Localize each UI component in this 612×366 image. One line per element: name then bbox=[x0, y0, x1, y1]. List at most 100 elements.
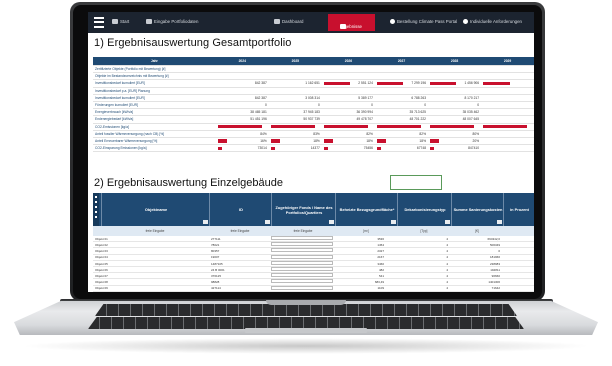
value-cell[interactable]: 0 bbox=[321, 101, 375, 110]
fonds-input[interactable] bbox=[271, 236, 333, 240]
col-summe[interactable]: Summe Sanierungskosten bbox=[451, 193, 504, 226]
value-cell[interactable] bbox=[481, 137, 534, 146]
value-cell[interactable] bbox=[374, 65, 429, 74]
value-cell[interactable]: 48 701 222 bbox=[374, 115, 429, 124]
filter-icon[interactable] bbox=[497, 220, 502, 224]
value-cell[interactable]: 84% bbox=[215, 130, 269, 138]
value-cell[interactable] bbox=[215, 72, 269, 81]
value-cell[interactable]: 67748 bbox=[374, 144, 429, 153]
value-cell[interactable] bbox=[481, 144, 534, 153]
nav-dashboard[interactable]: Dashboard bbox=[274, 19, 303, 25]
filter-icon[interactable] bbox=[329, 220, 334, 224]
col-id[interactable]: ID bbox=[209, 193, 272, 226]
value-cell[interactable] bbox=[428, 87, 482, 95]
col-flaeche[interactable]: Beheizte Bezugsgrundfläche* bbox=[335, 193, 398, 226]
col-objektname[interactable]: Objektname bbox=[101, 193, 210, 226]
value-cell[interactable] bbox=[428, 123, 482, 131]
value-cell[interactable]: 0 bbox=[268, 101, 322, 110]
value-cell[interactable] bbox=[374, 72, 429, 81]
filter-icon[interactable] bbox=[265, 220, 270, 224]
active-cell-input[interactable] bbox=[390, 175, 442, 190]
value-cell[interactable] bbox=[481, 115, 534, 124]
value-cell[interactable]: 80% bbox=[428, 130, 482, 138]
value-cell[interactable] bbox=[268, 72, 322, 81]
value-cell[interactable] bbox=[481, 130, 534, 138]
value-cell[interactable]: 5 389 177 bbox=[321, 94, 375, 102]
value-cell[interactable] bbox=[481, 108, 534, 117]
value-cell[interactable]: 82% bbox=[321, 130, 375, 138]
year-cell[interactable]: 2028 bbox=[428, 57, 482, 66]
filter-icon[interactable] bbox=[445, 220, 450, 224]
value-cell[interactable]: 73014 bbox=[215, 144, 269, 153]
value-cell[interactable] bbox=[321, 123, 375, 131]
value-cell[interactable]: 75456 bbox=[321, 144, 375, 153]
col-typ[interactable]: Dekarbonisierungstyp bbox=[397, 193, 452, 226]
value-cell[interactable] bbox=[321, 87, 375, 95]
menu-icon[interactable] bbox=[94, 17, 104, 28]
value-cell[interactable]: 20% bbox=[428, 137, 482, 146]
nav-ergebnisse[interactable]: Ergebnisse bbox=[328, 14, 375, 31]
value-cell[interactable]: 18% bbox=[374, 137, 429, 146]
value-cell[interactable] bbox=[374, 123, 429, 131]
fonds-input[interactable] bbox=[271, 266, 333, 271]
value-cell[interactable]: 0 bbox=[428, 101, 482, 110]
value-cell[interactable]: 14377 bbox=[268, 144, 322, 153]
value-cell[interactable] bbox=[321, 72, 375, 81]
value-cell[interactable] bbox=[268, 123, 322, 131]
value-cell[interactable] bbox=[481, 87, 534, 95]
value-cell[interactable] bbox=[215, 65, 269, 74]
value-cell[interactable]: 48 007 645 bbox=[428, 115, 482, 124]
nav-eingabe[interactable]: Eingabe Portfoliodaten bbox=[146, 19, 198, 25]
value-cell[interactable] bbox=[321, 65, 375, 74]
value-cell[interactable] bbox=[481, 65, 534, 74]
value-cell[interactable]: 6 788 263 bbox=[374, 94, 429, 102]
value-cell[interactable] bbox=[428, 65, 482, 74]
value-cell[interactable] bbox=[481, 94, 534, 102]
nav-bestellung[interactable]: Bestellung Climate Pass Portal bbox=[390, 19, 457, 25]
value-cell[interactable] bbox=[215, 123, 269, 131]
nav-start[interactable]: Start bbox=[112, 19, 129, 25]
value-cell[interactable]: 1 456 906 bbox=[428, 79, 482, 88]
value-cell[interactable]: 1 162 651 bbox=[268, 79, 322, 88]
col-fonds[interactable]: Zugehöriger Fonds / Name des Portfolios/… bbox=[271, 193, 336, 226]
value-cell[interactable]: 842 387 bbox=[215, 94, 269, 102]
value-cell[interactable]: 18% bbox=[268, 137, 322, 146]
value-cell[interactable] bbox=[481, 123, 534, 131]
year-cell[interactable]: 2025 bbox=[268, 57, 322, 66]
value-cell[interactable] bbox=[374, 87, 429, 95]
value-cell[interactable]: 83% bbox=[268, 130, 322, 138]
value-cell[interactable]: 0 bbox=[215, 101, 269, 110]
value-cell[interactable]: 16% bbox=[215, 137, 269, 146]
value-cell[interactable] bbox=[481, 101, 534, 110]
year-cell[interactable]: 2026 bbox=[321, 57, 375, 66]
value-cell[interactable]: 82% bbox=[374, 130, 429, 138]
year-cell[interactable]: 2024 bbox=[215, 57, 269, 66]
group-toggle[interactable] bbox=[93, 193, 99, 226]
year-cell[interactable]: 2029 bbox=[481, 57, 534, 66]
fonds-input[interactable] bbox=[271, 260, 333, 265]
fonds-input[interactable] bbox=[271, 254, 333, 259]
value-cell[interactable] bbox=[268, 87, 322, 95]
value-cell[interactable] bbox=[268, 65, 322, 74]
value-cell[interactable]: 37 945 183 bbox=[268, 108, 322, 117]
fonds-input[interactable] bbox=[271, 242, 333, 247]
fonds-input[interactable] bbox=[271, 285, 333, 290]
filter-icon[interactable] bbox=[391, 220, 396, 224]
value-cell[interactable]: 35 035 462 bbox=[428, 108, 482, 117]
value-cell[interactable]: 36 390 994 bbox=[321, 108, 375, 117]
value-cell[interactable]: 38 465 181 bbox=[215, 108, 269, 117]
nav-individuell[interactable]: Individuelle Anforderungen bbox=[463, 19, 522, 25]
filter-icon[interactable] bbox=[203, 220, 208, 224]
value-cell[interactable]: 49 478 707 bbox=[321, 115, 375, 124]
col-prozent[interactable]: in Prozent bbox=[503, 193, 534, 226]
value-cell[interactable]: 18% bbox=[321, 137, 375, 146]
value-cell[interactable]: 3 008 314 bbox=[268, 94, 322, 102]
value-cell[interactable]: 7 299 196 bbox=[374, 79, 429, 88]
fonds-input[interactable] bbox=[271, 248, 333, 253]
value-cell[interactable]: 847410 bbox=[428, 144, 482, 153]
value-cell[interactable]: 842 387 bbox=[215, 79, 269, 88]
value-cell[interactable]: 2 551 124 bbox=[321, 79, 375, 88]
fonds-input[interactable] bbox=[271, 273, 333, 278]
value-cell[interactable]: 8 170 217 bbox=[428, 94, 482, 102]
value-cell[interactable] bbox=[481, 79, 534, 88]
